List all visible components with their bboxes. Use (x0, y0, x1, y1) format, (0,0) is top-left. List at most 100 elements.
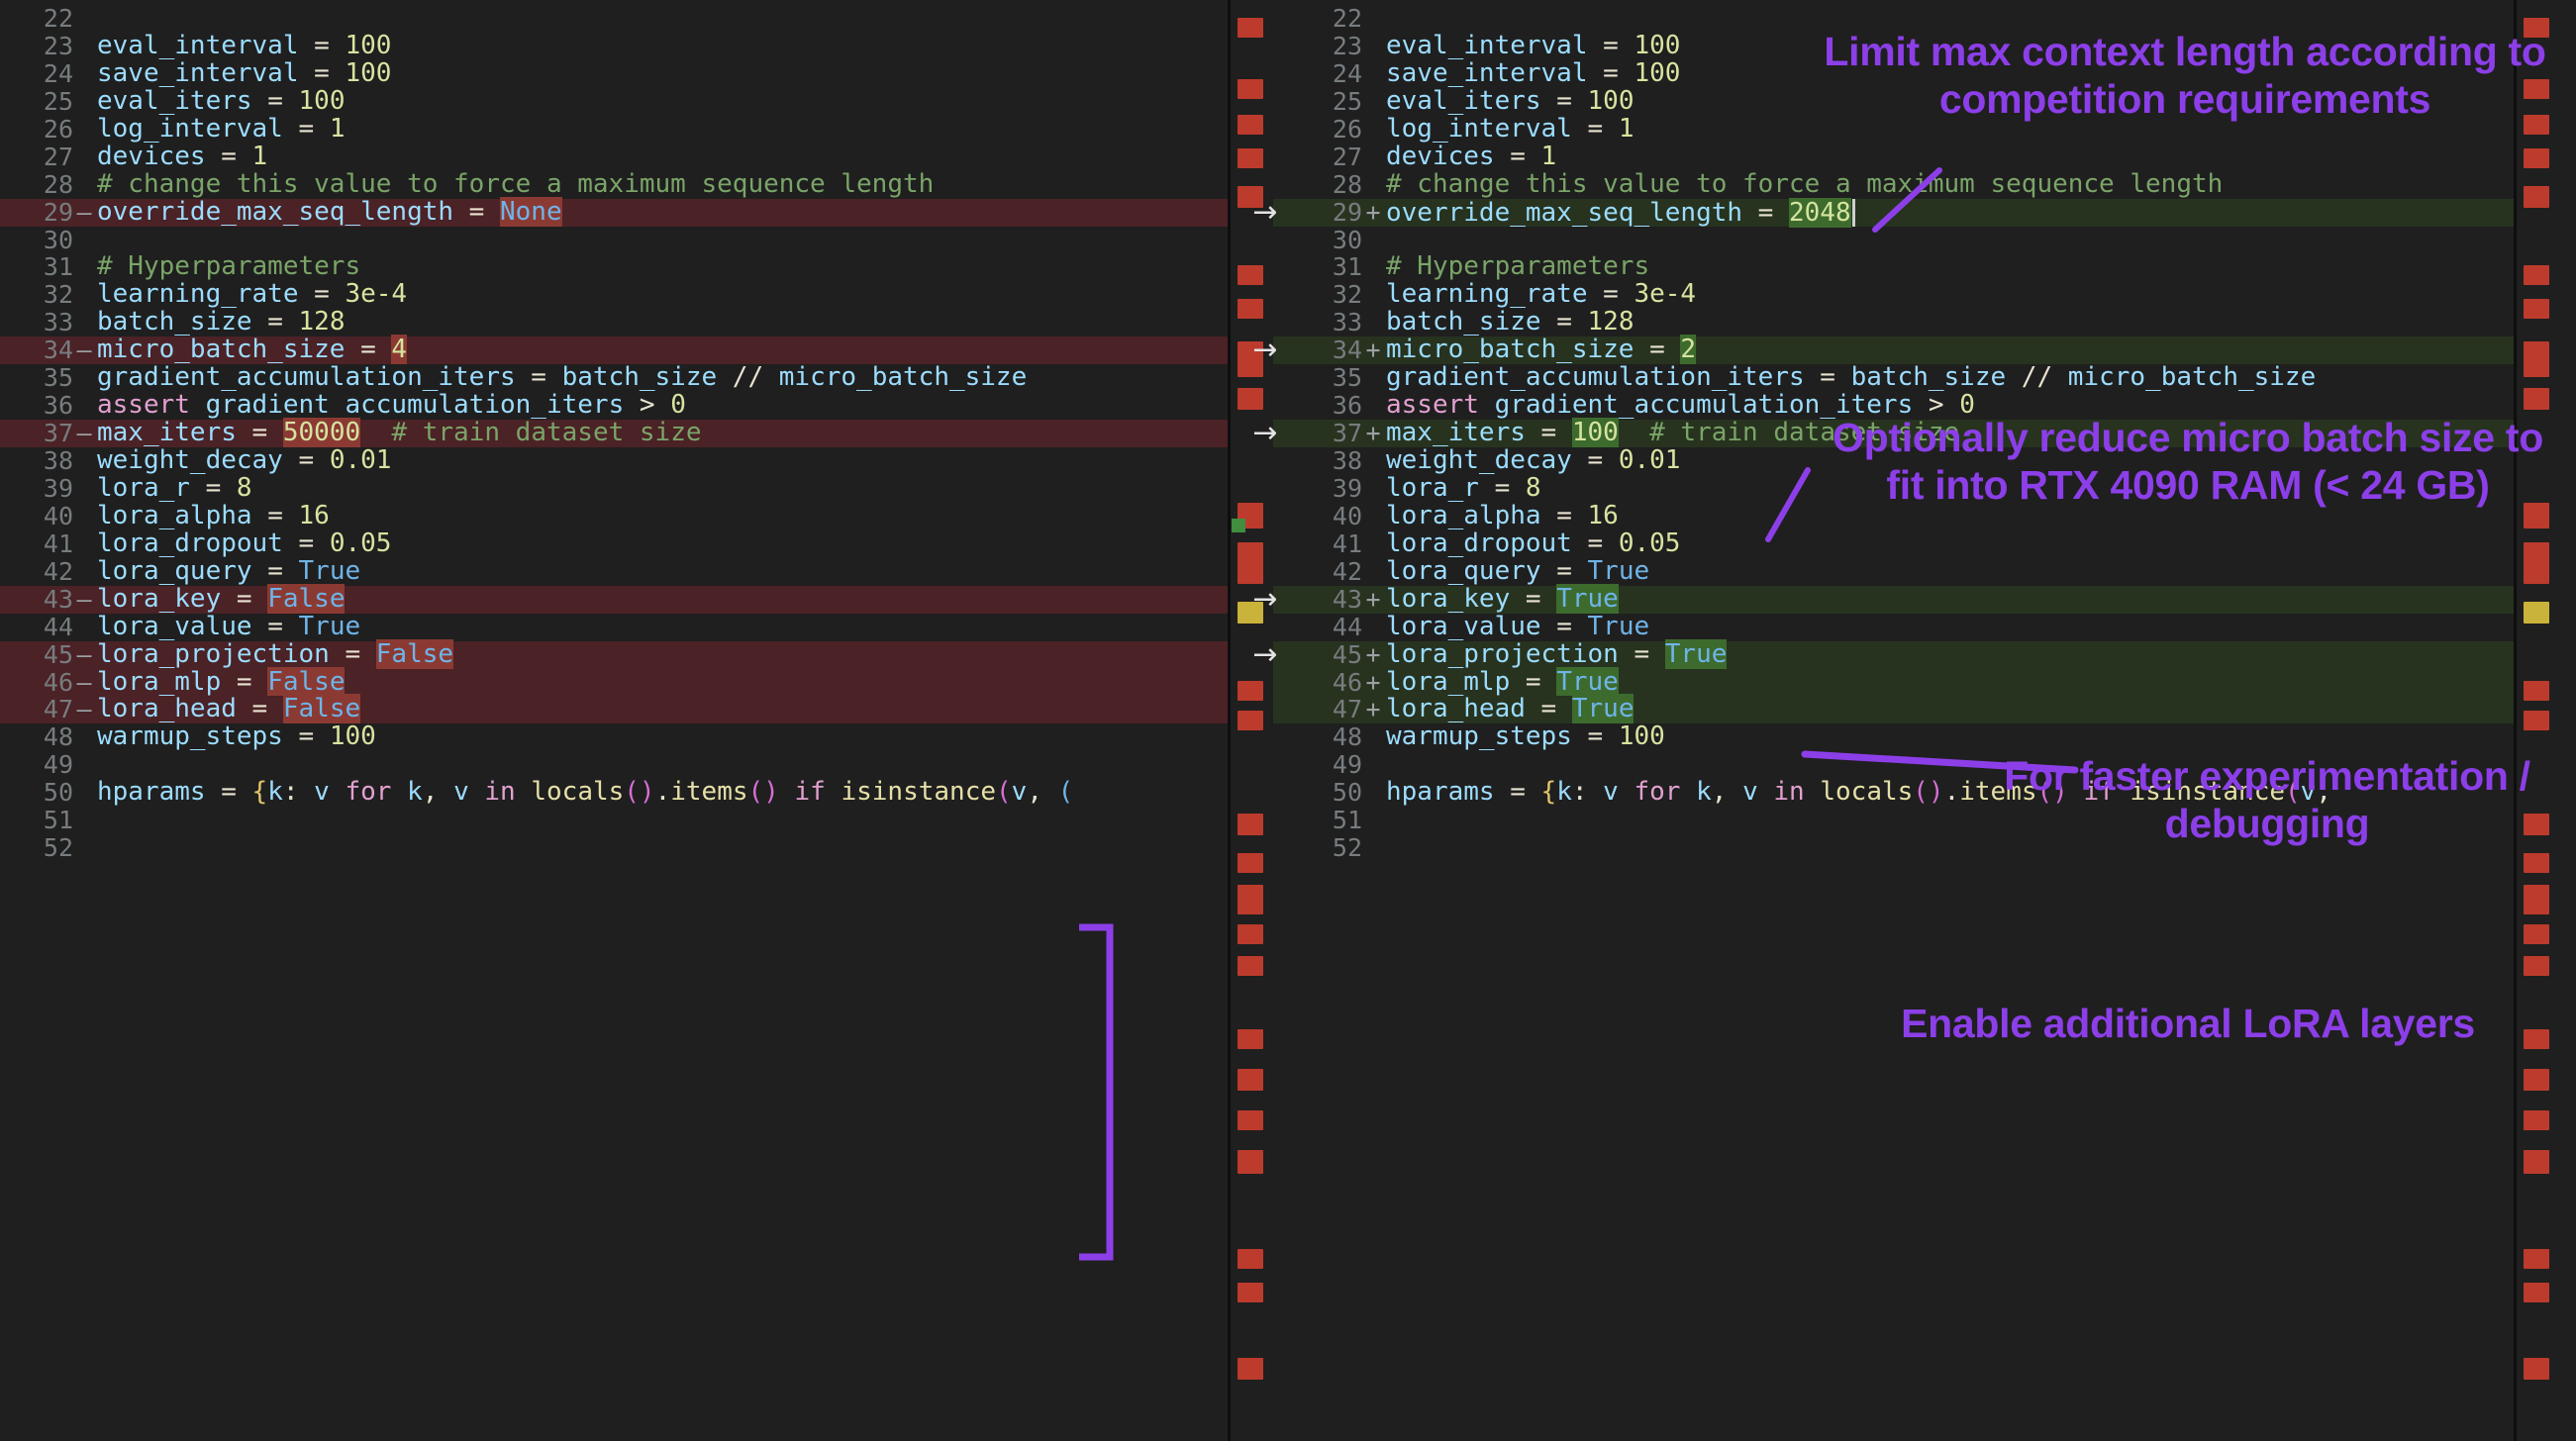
code-line-left-48[interactable]: 48warmup_steps = 100 (0, 723, 1228, 751)
code-line-left-44[interactable]: 44lora_value = True (0, 614, 1228, 641)
code-line-left-24[interactable]: 24save_interval = 100 (0, 60, 1228, 88)
ruler-marker-right-4[interactable] (2524, 186, 2549, 208)
code-line-right-46[interactable]: 46+lora_mlp = True (1273, 669, 2514, 697)
code-line-left-42[interactable]: 42lora_query = True (0, 558, 1228, 586)
ruler-marker-right-18[interactable] (2524, 956, 2549, 976)
code-line-left-45[interactable]: 45–lora_projection = False (0, 641, 1228, 669)
right-diff-pane[interactable]: 2223eval_interval = 10024save_interval =… (1273, 0, 2514, 1441)
code-line-left-29[interactable]: 29–override_max_seq_length = None (0, 199, 1228, 227)
ruler-marker-left-5[interactable] (1238, 265, 1263, 285)
code-line-left-31[interactable]: 31# Hyperparameters (0, 253, 1228, 281)
ruler-marker-left-16[interactable] (1238, 885, 1263, 914)
ruler-marker-left-22[interactable] (1238, 1150, 1263, 1174)
ruler-marker-left-10[interactable] (1238, 542, 1263, 584)
ruler-marker-right-21[interactable] (2524, 1110, 2549, 1130)
ruler-marker-right-5[interactable] (2524, 265, 2549, 285)
code-line-left-47[interactable]: 47–lora_head = False (0, 696, 1228, 723)
ruler-marker-left-18[interactable] (1238, 956, 1263, 976)
code-line-left-30[interactable]: 30 (0, 227, 1228, 254)
code-line-right-44[interactable]: 44lora_value = True (1273, 614, 2514, 641)
code-line-right-34[interactable]: 34+micro_batch_size = 2 (1273, 336, 2514, 364)
code-line-left-39[interactable]: 39lora_r = 8 (0, 475, 1228, 503)
change-arrow-line-43[interactable]: → (1245, 586, 1285, 614)
ruler-marker-left-15[interactable] (1238, 853, 1263, 873)
ruler-marker-left-20[interactable] (1238, 1069, 1263, 1091)
code-line-left-51[interactable]: 51 (0, 807, 1228, 834)
code-line-left-50[interactable]: 50hparams = {k: v for k, v in locals().i… (0, 779, 1228, 807)
change-arrow-line-34[interactable]: → (1245, 336, 1285, 364)
ruler-marker-left-14[interactable] (1238, 814, 1263, 835)
code-line-left-26[interactable]: 26log_interval = 1 (0, 116, 1228, 144)
ruler-marker-right-8[interactable] (2524, 388, 2549, 410)
code-line-right-32[interactable]: 32learning_rate = 3e-4 (1273, 281, 2514, 309)
ruler-marker-left-6[interactable] (1238, 299, 1263, 319)
ruler-marker-right-16[interactable] (2524, 885, 2549, 914)
code-line-left-27[interactable]: 27devices = 1 (0, 144, 1228, 171)
code-line-left-38[interactable]: 38weight_decay = 0.01 (0, 447, 1228, 475)
ruler-marker-right-7[interactable] (2524, 341, 2549, 377)
code-line-left-33[interactable]: 33batch_size = 128 (0, 309, 1228, 336)
code-line-left-46[interactable]: 46–lora_mlp = False (0, 669, 1228, 697)
ruler-marker-right-11[interactable] (2524, 602, 2549, 624)
ruler-marker-left-25[interactable] (1238, 1358, 1263, 1380)
ruler-marker-right-15[interactable] (2524, 853, 2549, 873)
code-line-right-27[interactable]: 27devices = 1 (1273, 144, 2514, 171)
code-text-right-38: weight_decay = 0.01 (1386, 447, 1680, 475)
ruler-marker-left-0[interactable] (1238, 18, 1263, 38)
ruler-marker-left-24[interactable] (1238, 1283, 1263, 1302)
ruler-marker-right-25[interactable] (2524, 1358, 2549, 1380)
code-line-right-41[interactable]: 41lora_dropout = 0.05 (1273, 530, 2514, 558)
ruler-marker-left-12[interactable] (1238, 681, 1263, 701)
code-line-right-33[interactable]: 33batch_size = 128 (1273, 309, 2514, 336)
code-line-left-35[interactable]: 35gradient_accumulation_iters = batch_si… (0, 364, 1228, 392)
ruler-marker-right-22[interactable] (2524, 1150, 2549, 1174)
ruler-marker-left-13[interactable] (1238, 711, 1263, 730)
code-line-right-30[interactable]: 30 (1273, 227, 2514, 254)
code-line-left-36[interactable]: 36assert gradient_accumulation_iters > 0 (0, 392, 1228, 420)
ruler-marker-left-21[interactable] (1238, 1110, 1263, 1130)
code-line-right-28[interactable]: 28# change this value to force a maximum… (1273, 171, 2514, 199)
ruler-marker-right-20[interactable] (2524, 1069, 2549, 1091)
code-line-left-28[interactable]: 28# change this value to force a maximum… (0, 171, 1228, 199)
code-line-left-34[interactable]: 34–micro_batch_size = 4 (0, 336, 1228, 364)
ruler-marker-right-6[interactable] (2524, 299, 2549, 319)
code-line-left-25[interactable]: 25eval_iters = 100 (0, 88, 1228, 116)
ruler-marker-left-23[interactable] (1238, 1249, 1263, 1269)
change-arrow-line-45[interactable]: → (1245, 641, 1285, 669)
code-line-right-35[interactable]: 35gradient_accumulation_iters = batch_si… (1273, 364, 2514, 392)
ruler-marker-left-2[interactable] (1238, 115, 1263, 135)
code-line-left-52[interactable]: 52 (0, 834, 1228, 862)
code-line-right-43[interactable]: 43+lora_key = True (1273, 586, 2514, 614)
right-overview-ruler[interactable] (2518, 0, 2563, 1441)
code-line-left-22[interactable]: 22 (0, 5, 1228, 33)
change-arrow-line-29[interactable]: → (1245, 199, 1285, 227)
ruler-marker-right-10[interactable] (2524, 542, 2549, 584)
code-line-right-45[interactable]: 45+lora_projection = True (1273, 641, 2514, 669)
code-line-left-40[interactable]: 40lora_alpha = 16 (0, 503, 1228, 530)
code-line-right-42[interactable]: 42lora_query = True (1273, 558, 2514, 586)
ruler-marker-right-24[interactable] (2524, 1283, 2549, 1302)
left-diff-pane[interactable]: 2223eval_interval = 10024save_interval =… (0, 0, 1228, 1441)
code-line-left-23[interactable]: 23eval_interval = 100 (0, 33, 1228, 60)
ruler-marker-left-17[interactable] (1238, 924, 1263, 944)
code-line-right-29[interactable]: 29+override_max_seq_length = 2048 (1273, 199, 2514, 227)
code-line-right-48[interactable]: 48warmup_steps = 100 (1273, 723, 2514, 751)
ruler-marker-left-8[interactable] (1238, 388, 1263, 410)
code-line-left-43[interactable]: 43–lora_key = False (0, 586, 1228, 614)
code-line-left-32[interactable]: 32learning_rate = 3e-4 (0, 281, 1228, 309)
ruler-marker-left-19[interactable] (1238, 1029, 1263, 1049)
ruler-marker-right-12[interactable] (2524, 681, 2549, 701)
ruler-marker-right-13[interactable] (2524, 711, 2549, 730)
ruler-marker-right-23[interactable] (2524, 1249, 2549, 1269)
code-line-left-37[interactable]: 37–max_iters = 50000 # train dataset siz… (0, 420, 1228, 447)
ruler-marker-left-3[interactable] (1238, 148, 1263, 168)
ruler-marker-right-3[interactable] (2524, 148, 2549, 168)
ruler-marker-right-19[interactable] (2524, 1029, 2549, 1049)
ruler-marker-left-1[interactable] (1238, 79, 1263, 99)
code-line-left-41[interactable]: 41lora_dropout = 0.05 (0, 530, 1228, 558)
ruler-marker-right-17[interactable] (2524, 924, 2549, 944)
code-line-left-49[interactable]: 49 (0, 751, 1228, 779)
code-line-right-31[interactable]: 31# Hyperparameters (1273, 253, 2514, 281)
code-line-right-47[interactable]: 47+lora_head = True (1273, 696, 2514, 723)
change-arrow-line-37[interactable]: → (1245, 420, 1285, 447)
